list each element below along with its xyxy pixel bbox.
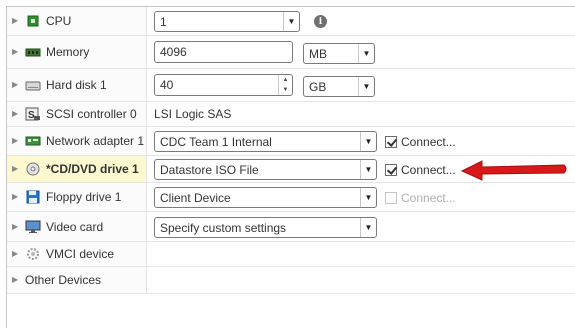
chevron-down-icon[interactable]: ▼	[360, 188, 376, 207]
chevron-down-icon[interactable]: ▼	[360, 218, 376, 237]
memory-label: Memory	[46, 45, 90, 59]
cpu-count-select[interactable]: 1 ▼	[154, 11, 300, 32]
hardware-row-vmci-device: ▶ VMCI device	[7, 242, 575, 267]
cpu-label: CPU	[46, 14, 72, 28]
video-card-label: Video card	[46, 219, 104, 234]
cpu-count-value: 1	[160, 14, 167, 29]
floppy-drive-label: Floppy drive 1	[46, 190, 122, 204]
memory-module-icon	[25, 45, 41, 59]
floppy-disk-icon	[25, 190, 41, 204]
other-devices-label: Other Devices	[25, 273, 102, 287]
gear-icon	[25, 247, 41, 261]
row-header-cd-dvd-drive[interactable]: ▶ *CD/DVD drive 1	[7, 156, 147, 182]
expand-arrow-icon[interactable]: ▶	[12, 17, 20, 25]
hard-disk-unit-value: GB	[309, 79, 327, 94]
chevron-down-icon[interactable]: ▼	[358, 77, 374, 96]
row-header-memory[interactable]: ▶ Memory	[7, 36, 147, 68]
row-header-scsi-controller[interactable]: ▶ S SCSI controller 0	[7, 102, 147, 126]
cd-dvd-connect-label: Connect...	[401, 163, 456, 177]
cpu-chip-icon	[25, 14, 41, 28]
cd-dvd-media-value: Datastore ISO File	[160, 162, 259, 177]
hardware-row-scsi-controller: ▶ S SCSI controller 0 LSI Logic SAS	[7, 102, 575, 127]
expand-arrow-icon[interactable]: ▶	[12, 48, 20, 56]
hard-disk-size-value: 40	[160, 78, 174, 92]
chevron-down-icon[interactable]: ▼	[360, 132, 376, 151]
hardware-row-floppy-drive: ▶ Floppy drive 1 Client Device ▼ Connect…	[7, 183, 575, 212]
checkbox-checked-icon[interactable]	[385, 136, 397, 148]
row-header-other-devices[interactable]: ▶ Other Devices	[7, 267, 147, 293]
hardware-row-memory: ▶ Memory 4096 MB ▼	[7, 36, 575, 69]
hard-disk-label: Hard disk 1	[46, 78, 107, 92]
memory-unit-select[interactable]: MB ▼	[303, 43, 375, 64]
expand-arrow-icon[interactable]: ▶	[12, 222, 20, 231]
monitor-icon	[25, 220, 41, 234]
cd-dvd-disc-icon	[25, 162, 41, 176]
network-select[interactable]: CDC Team 1 Internal ▼	[154, 131, 377, 152]
hardware-row-network-adapter: ▶ Network adapter 1 CDC Team 1 Internal …	[7, 127, 575, 156]
video-settings-select[interactable]: Specify custom settings ▼	[154, 217, 377, 238]
row-header-hard-disk[interactable]: ▶ Hard disk 1	[7, 69, 147, 101]
hardware-row-video-card: ▶ Video card Specify custom settings ▼	[7, 212, 575, 242]
chevron-down-icon[interactable]: ▼	[360, 160, 376, 179]
network-connect-checkbox[interactable]: Connect...	[385, 135, 456, 149]
annotation-arrow-icon	[460, 160, 567, 181]
expand-arrow-icon[interactable]: ▶	[12, 276, 20, 284]
expand-arrow-icon[interactable]: ▶	[12, 165, 20, 173]
hardware-row-other-devices: ▶ Other Devices	[7, 267, 575, 294]
memory-size-input[interactable]: 4096	[154, 41, 293, 63]
spinner-arrows-icon[interactable]: ▲ ▼	[278, 75, 292, 95]
checkbox-unchecked-icon	[385, 192, 397, 204]
row-header-vmci-device[interactable]: ▶ VMCI device	[7, 242, 147, 266]
scsi-controller-icon: S	[25, 107, 41, 121]
cd-dvd-media-select[interactable]: Datastore ISO File ▼	[154, 159, 377, 180]
hardware-row-hard-disk: ▶ Hard disk 1 40 ▲ ▼ GB ▼	[7, 69, 575, 102]
row-header-cpu[interactable]: ▶ CPU	[7, 7, 147, 35]
network-value: CDC Team 1 Internal	[160, 134, 272, 149]
hard-disk-unit-select[interactable]: GB ▼	[303, 76, 375, 97]
hardware-row-cpu: ▶ CPU 1 ▼ i	[7, 7, 575, 36]
checkbox-checked-icon[interactable]	[385, 164, 397, 176]
floppy-connect-checkbox: Connect...	[385, 191, 456, 205]
expand-arrow-icon[interactable]: ▶	[12, 193, 20, 201]
network-adapter-label: Network adapter 1	[46, 134, 145, 148]
scsi-controller-label: SCSI controller 0	[46, 107, 137, 121]
row-header-video-card[interactable]: ▶ Video card	[7, 212, 147, 241]
network-adapter-icon	[25, 134, 41, 148]
video-settings-value: Specify custom settings	[160, 220, 287, 235]
expand-arrow-icon[interactable]: ▶	[12, 137, 20, 145]
info-icon[interactable]: i	[314, 15, 327, 28]
memory-unit-value: MB	[309, 46, 327, 61]
hard-disk-icon	[25, 78, 41, 92]
floppy-device-select[interactable]: Client Device ▼	[154, 187, 377, 208]
hard-disk-size-input[interactable]: 40 ▲ ▼	[154, 74, 293, 96]
svg-text:S: S	[28, 110, 35, 121]
network-connect-label: Connect...	[401, 135, 456, 149]
memory-size-value: 4096	[160, 45, 187, 59]
scsi-controller-type: LSI Logic SAS	[154, 107, 232, 121]
expand-arrow-icon[interactable]: ▶	[12, 110, 20, 118]
expand-arrow-icon[interactable]: ▶	[12, 81, 20, 89]
expand-arrow-icon[interactable]: ▶	[12, 250, 20, 258]
cd-dvd-connect-checkbox[interactable]: Connect...	[385, 163, 456, 177]
vmci-device-label: VMCI device	[46, 247, 115, 261]
chevron-down-icon[interactable]: ▼	[283, 12, 299, 31]
floppy-device-value: Client Device	[160, 190, 231, 205]
row-header-network-adapter[interactable]: ▶ Network adapter 1	[7, 127, 147, 155]
floppy-connect-label: Connect...	[401, 191, 456, 205]
cd-dvd-drive-label: *CD/DVD drive 1	[46, 162, 139, 176]
row-header-floppy-drive[interactable]: ▶ Floppy drive 1	[7, 183, 147, 211]
chevron-down-icon[interactable]: ▼	[358, 44, 374, 63]
